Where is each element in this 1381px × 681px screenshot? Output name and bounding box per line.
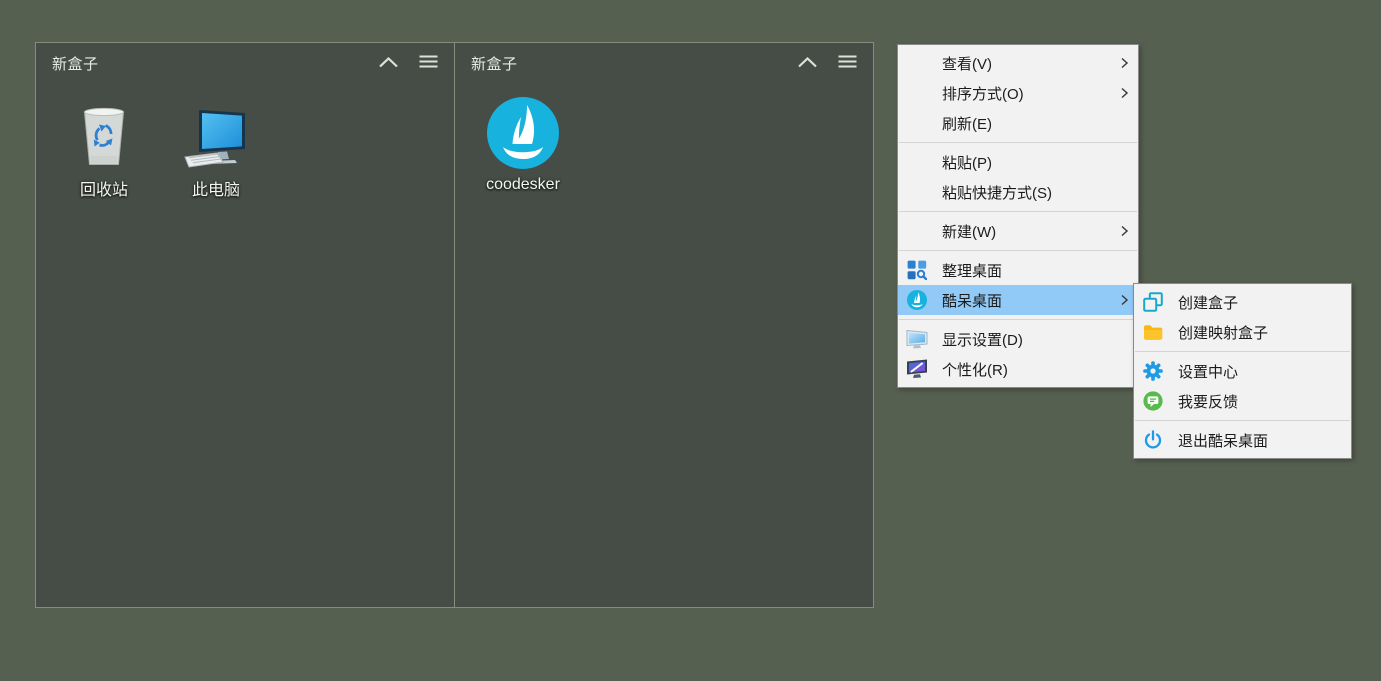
submenu-arrow-icon [1115,293,1133,307]
menu-item-label: 创建盒子 [1178,292,1328,313]
coodesker-app-icon [487,95,559,169]
menu-item-label: 酷呆桌面 [942,290,1115,311]
coodesker-icon [906,289,928,311]
menu-separator [1135,420,1350,421]
box-body: coodesker [455,83,873,194]
menu-separator [899,142,1137,143]
desktop-icon-recycle-bin[interactable]: 回收站 [54,95,154,200]
create-box-icon [1142,291,1164,313]
menu-item-label: 粘贴(P) [942,152,1115,173]
menu-item-paste[interactable]: 粘贴(P) [898,147,1138,177]
submenu-arrow-icon [1115,224,1133,238]
box-header[interactable]: 新盒子 [455,43,873,83]
menu-item-label: 查看(V) [942,53,1115,74]
box-menu-button[interactable] [838,55,857,72]
power-icon [1142,429,1164,451]
box-header[interactable]: 新盒子 [36,43,454,83]
desktop-icon-coodesker[interactable]: coodesker [473,95,573,194]
menu-item-label: 排序方式(O) [942,83,1115,104]
menu-separator [1135,351,1350,352]
menu-item-create-box[interactable]: 创建盒子 [1134,287,1351,317]
menu-item-label: 个性化(R) [942,359,1115,380]
organize-desktop-icon [906,259,928,281]
hamburger-menu-icon [419,55,438,72]
display-settings-icon [906,328,928,350]
desktop-icon-label: 此电脑 [192,176,240,200]
hamburger-menu-icon [838,55,857,72]
menu-item-settings-center[interactable]: 设置中心 [1134,356,1351,386]
menu-item-label: 我要反馈 [1178,391,1328,412]
menu-item-label: 刷新(E) [942,113,1115,134]
menu-item-display-settings[interactable]: 显示设置(D) [898,324,1138,354]
menu-item-label: 创建映射盒子 [1178,322,1328,343]
desktop-icon-label: 回收站 [80,176,128,200]
menu-separator [899,319,1137,320]
settings-center-icon [1142,360,1164,382]
menu-item-exit-coodesker[interactable]: 退出酷呆桌面 [1134,425,1351,455]
box-menu-button[interactable] [419,55,438,72]
menu-icon-empty [906,220,928,242]
menu-icon-empty [906,151,928,173]
collapse-button[interactable] [378,55,399,72]
menu-item-feedback[interactable]: 我要反馈 [1134,386,1351,416]
box-body: 回收站 此电脑 [36,83,454,200]
menu-icon-empty [906,82,928,104]
menu-separator [899,211,1137,212]
menu-separator [899,250,1137,251]
menu-item-refresh[interactable]: 刷新(E) [898,108,1138,138]
menu-item-coodesker[interactable]: 酷呆桌面 [898,285,1138,315]
menu-item-create-mapped-box[interactable]: 创建映射盒子 [1134,317,1351,347]
submenu-arrow-icon [1115,56,1133,70]
menu-icon-empty [906,181,928,203]
desktop-icon-this-pc[interactable]: 此电脑 [166,95,266,200]
box-title: 新盒子 [471,53,777,74]
menu-item-organize-desktop[interactable]: 整理桌面 [898,255,1138,285]
submenu-arrow-icon [1115,86,1133,100]
menu-item-new[interactable]: 新建(W) [898,216,1138,246]
chevron-up-icon [378,55,399,72]
collapse-button[interactable] [797,55,818,72]
desktop-box-2: 新盒子 coodesker [454,42,874,608]
desktop-context-menu: 查看(V) 排序方式(O) 刷新(E) 粘贴(P) 粘贴快捷方式(S) 新建(W) 整理桌面… [897,44,1139,388]
menu-item-view[interactable]: 查看(V) [898,48,1138,78]
create-mapped-box-icon [1142,321,1164,343]
desktop-icon-label: coodesker [486,176,560,194]
menu-item-label: 退出酷呆桌面 [1178,430,1328,451]
menu-item-label: 粘贴快捷方式(S) [942,182,1115,203]
menu-item-label: 设置中心 [1178,361,1328,382]
recycle-bin-icon [81,95,127,169]
personalize-icon [906,358,928,380]
coodesker-submenu: 创建盒子创建映射盒子设置中心我要反馈退出酷呆桌面 [1133,283,1352,459]
menu-icon-empty [906,52,928,74]
menu-item-personalize[interactable]: 个性化(R) [898,354,1138,384]
menu-item-sort-by[interactable]: 排序方式(O) [898,78,1138,108]
chevron-up-icon [797,55,818,72]
box-title: 新盒子 [52,53,358,74]
menu-item-label: 显示设置(D) [942,329,1115,350]
menu-item-paste-shortcut[interactable]: 粘贴快捷方式(S) [898,177,1138,207]
this-pc-icon [183,95,249,169]
menu-item-label: 整理桌面 [942,260,1115,281]
desktop-box-1: 新盒子 回收站 此电脑 [35,42,455,608]
menu-icon-empty [906,112,928,134]
menu-item-label: 新建(W) [942,221,1115,242]
feedback-icon [1142,390,1164,412]
